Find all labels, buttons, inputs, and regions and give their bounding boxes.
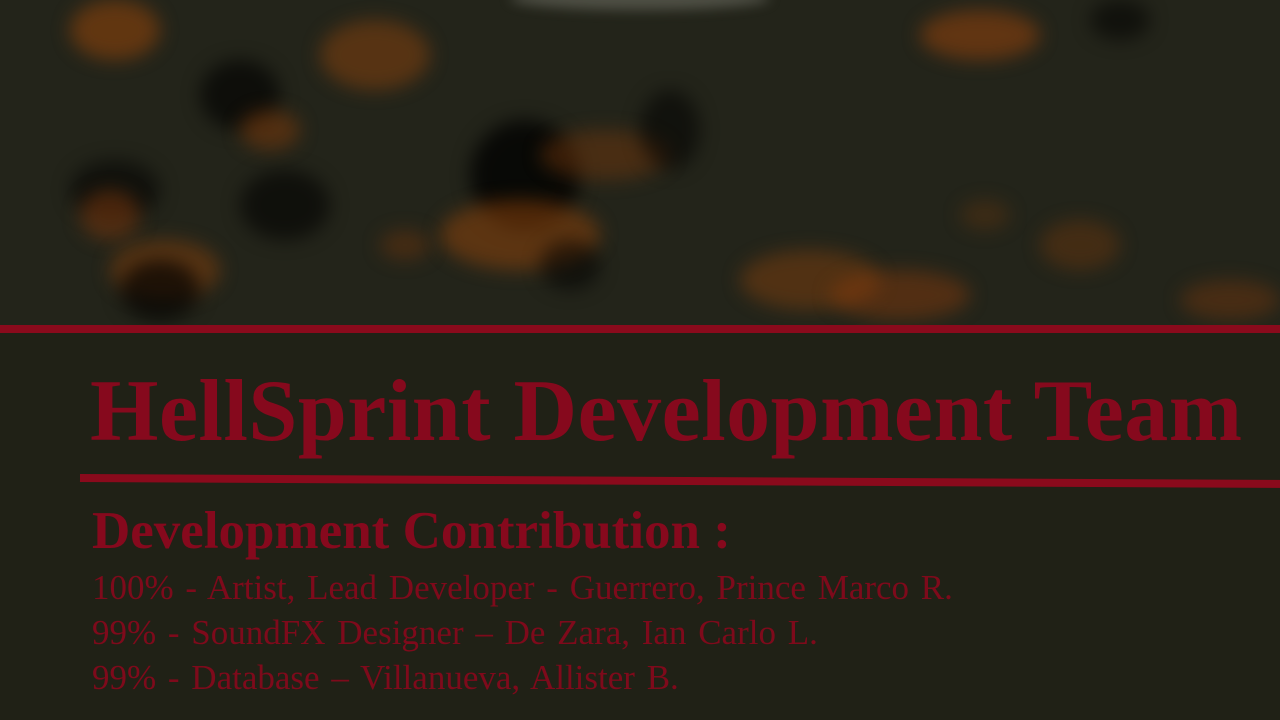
ember-blob <box>380 230 430 260</box>
team-title: HellSprint Development Team <box>90 363 1243 460</box>
ember-blob <box>240 110 300 150</box>
ember-blob <box>320 20 430 90</box>
ember-blob <box>1040 220 1120 270</box>
ember-blob <box>830 270 970 320</box>
credit-line: 99% - Database – Villanueva, Allister B. <box>92 658 679 697</box>
ember-blob <box>70 0 160 60</box>
ember-blob <box>920 10 1040 60</box>
ember-blob <box>80 190 140 240</box>
top-divider-bar <box>0 325 1280 333</box>
credit-line: 99% - SoundFX Designer – De Zara, Ian Ca… <box>92 613 818 652</box>
dark-blob <box>120 260 200 320</box>
ember-blob <box>960 200 1010 230</box>
dark-blob <box>640 90 700 170</box>
dark-blob <box>1090 0 1150 40</box>
dark-blob <box>540 240 600 290</box>
light-glow <box>510 0 770 10</box>
credit-line: 100% - Artist, Lead Developer - Guerrero… <box>92 568 953 607</box>
blurred-game-background <box>0 0 1280 326</box>
contribution-heading: Development Contribution : <box>92 502 731 560</box>
dark-blob <box>240 170 330 240</box>
ember-blob <box>1180 280 1280 320</box>
